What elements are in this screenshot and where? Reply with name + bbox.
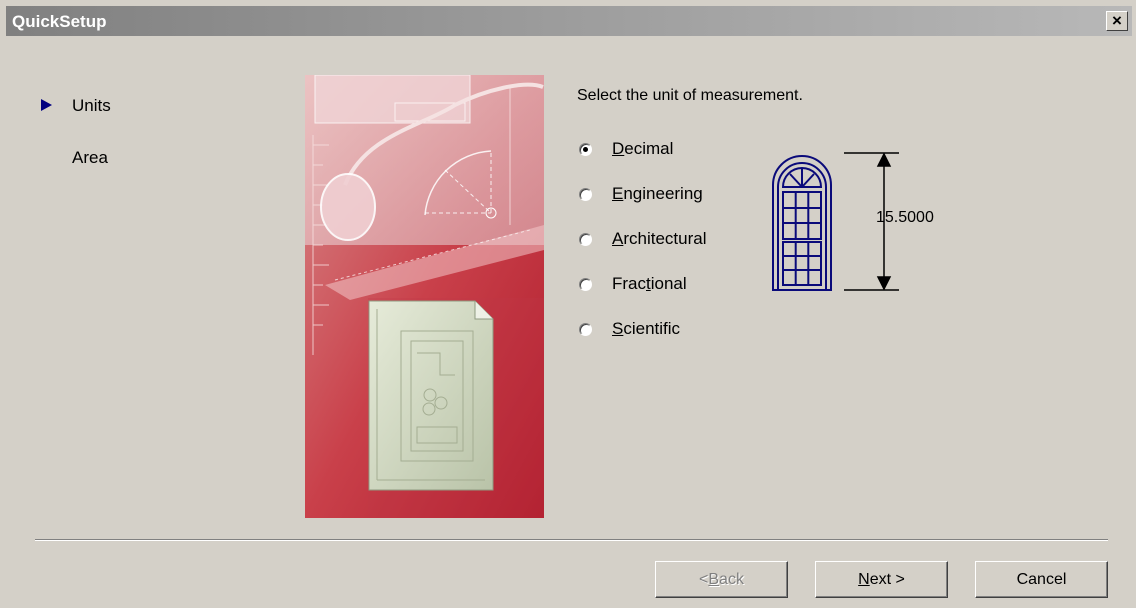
radio-architectural[interactable]: Architectural xyxy=(579,228,706,250)
setup-illustration xyxy=(305,75,544,518)
close-icon: × xyxy=(1112,11,1122,30)
radio-label-decimal[interactable]: Decimal xyxy=(612,139,673,159)
unit-prompt: Select the unit of measurement. xyxy=(577,87,803,104)
radio-fractional[interactable]: Fractional xyxy=(579,273,687,295)
radio-selected-dot xyxy=(583,146,588,152)
cancel-button[interactable]: Cancel xyxy=(975,561,1108,598)
window-title: QuickSetup xyxy=(12,12,107,31)
radio-decimal[interactable]: Decimal xyxy=(579,138,673,160)
nav-item-area: Area xyxy=(72,148,108,167)
radio-label-engineering[interactable]: Engineering xyxy=(612,184,703,204)
radio-engineering[interactable]: Engineering xyxy=(579,183,703,205)
radio-label-architectural[interactable]: Architectural xyxy=(612,229,706,249)
radio-label-scientific[interactable]: Scientific xyxy=(612,319,680,339)
button-separator xyxy=(35,539,1108,541)
back-button[interactable]: < Back xyxy=(655,561,788,598)
current-step-arrow-icon xyxy=(41,99,52,111)
radio-button[interactable] xyxy=(579,277,592,291)
next-button[interactable]: Next > xyxy=(815,561,948,598)
title-bar[interactable]: QuickSetup × xyxy=(6,6,1132,36)
radio-button[interactable] xyxy=(579,232,592,246)
close-button[interactable]: × xyxy=(1106,11,1128,31)
nav-item-units: Units xyxy=(72,96,111,115)
radio-button[interactable] xyxy=(579,187,592,201)
radio-button[interactable] xyxy=(579,322,592,336)
radio-label-fractional[interactable]: Fractional xyxy=(612,274,687,294)
radio-scientific[interactable]: Scientific xyxy=(579,318,680,340)
radio-button-selected[interactable] xyxy=(579,142,592,156)
dimension-label: 15.5000 xyxy=(876,209,934,226)
